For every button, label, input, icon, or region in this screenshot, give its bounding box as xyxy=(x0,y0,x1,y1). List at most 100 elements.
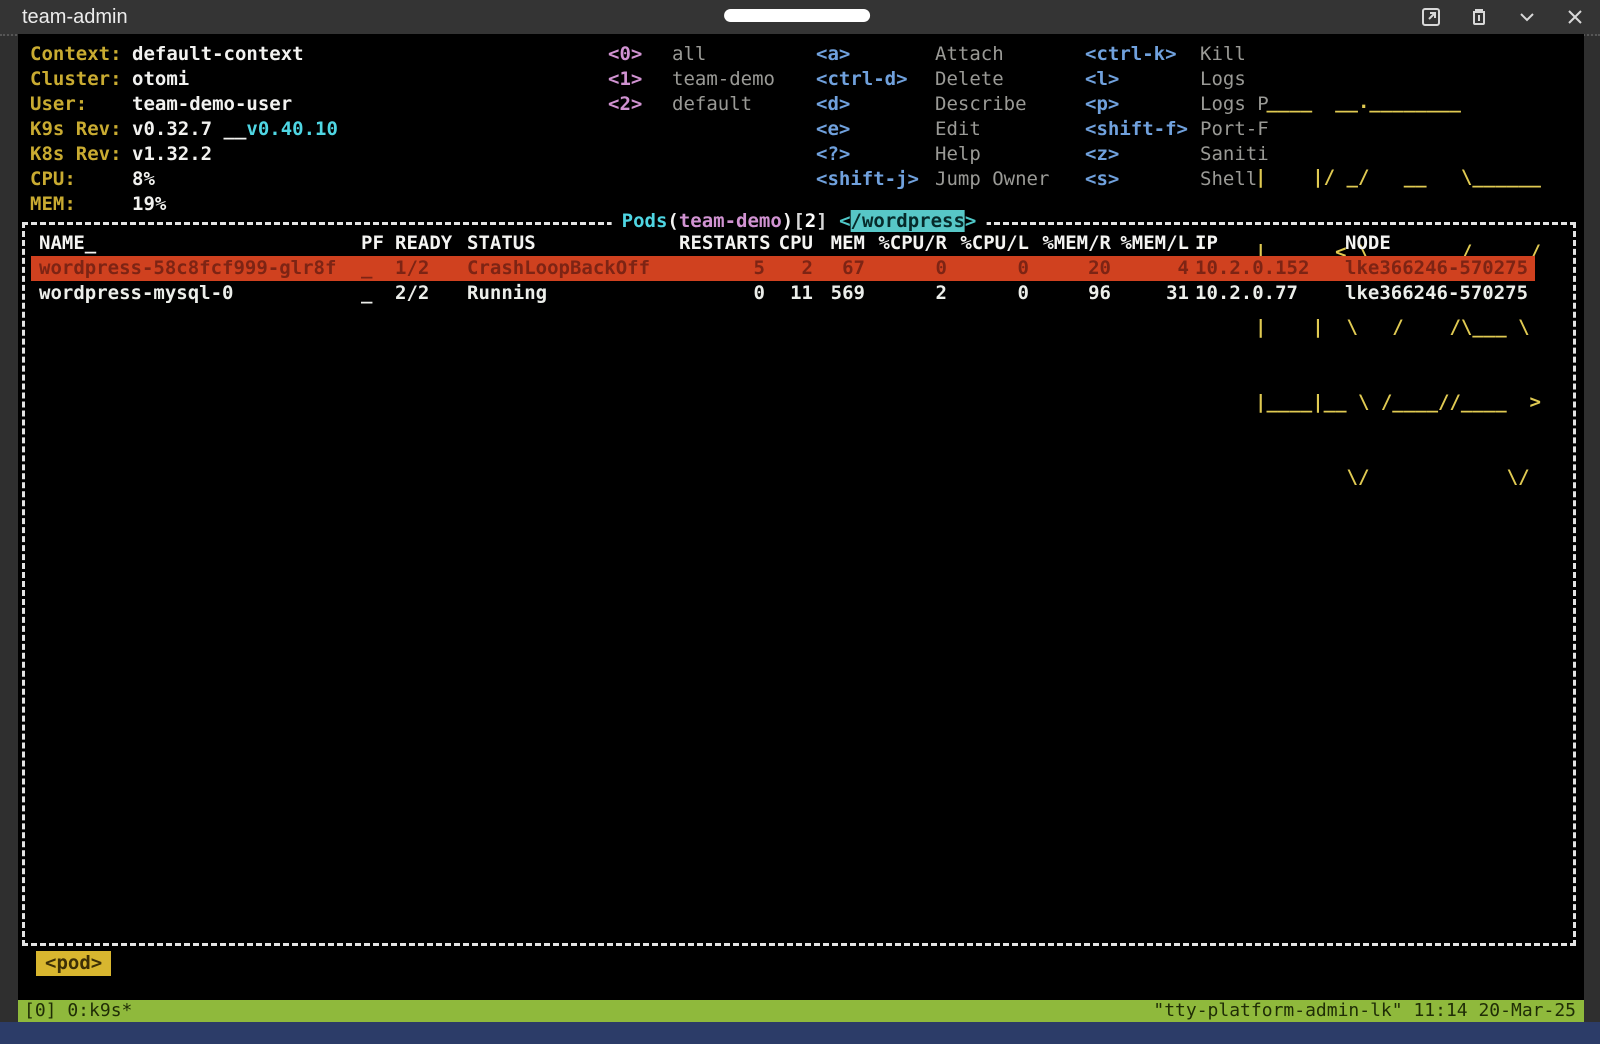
k8s-rev-value: v1.32.2 xyxy=(132,142,212,167)
drag-handle-pill[interactable] xyxy=(724,9,870,22)
namespace-hotkeys: <0> all <1> team-demo <2> default xyxy=(608,42,775,117)
info-cluster: Cluster: otomi xyxy=(30,67,338,92)
column-header-mem[interactable]: MEM xyxy=(819,231,871,256)
info-mem: MEM: 19% xyxy=(30,192,338,217)
hotkey: <?> xyxy=(816,142,935,167)
menu-label: Describe xyxy=(935,92,1027,117)
logo-line: ____ __.________ xyxy=(1255,90,1541,115)
table-row[interactable]: wordpress-mysql-0 _ 2/2 Running 0 11 569… xyxy=(31,281,1535,306)
menu-item-help[interactable]: <?> Help xyxy=(816,142,1049,167)
cluster-info: Context: default-context Cluster: otomi … xyxy=(30,42,338,217)
column-header-node[interactable]: NODE xyxy=(1345,231,1535,256)
menu-item-kill[interactable]: <ctrl-k> Kill xyxy=(1085,42,1269,67)
info-cpu: CPU: 8% xyxy=(30,167,338,192)
hotkey-label: default xyxy=(672,92,752,117)
column-header-cpu-r[interactable]: %CPU/R xyxy=(871,231,953,256)
column-header-restarts[interactable]: RESTARTS xyxy=(679,231,771,256)
k9s-rev-label: K9s Rev: xyxy=(30,117,132,142)
pod-ready: 1/2 xyxy=(395,256,467,281)
column-header-mem-l[interactable]: %MEM/L xyxy=(1117,231,1195,256)
menu-label: Attach xyxy=(935,42,1004,67)
hotkey: <ctrl-k> xyxy=(1085,42,1200,67)
menu-label: Logs xyxy=(1200,67,1246,92)
mem-label: MEM: xyxy=(30,192,132,217)
pod-mem-l: 31 xyxy=(1117,281,1195,306)
open-in-new-icon[interactable] xyxy=(1420,6,1442,28)
menu-item-logs-previous[interactable]: <p> Logs P xyxy=(1085,92,1269,117)
hotkey: <shift-j> xyxy=(816,167,935,192)
column-header-ready[interactable]: READY xyxy=(395,231,467,256)
pod-mem-l: 4 xyxy=(1117,256,1195,281)
namespace-item-team-demo[interactable]: <1> team-demo xyxy=(608,67,775,92)
user-label: User: xyxy=(30,92,132,117)
pod-pf: _ xyxy=(361,256,395,281)
hotkey: <ctrl-d> xyxy=(816,67,935,92)
menu-label: Delete xyxy=(935,67,1004,92)
pod-status: CrashLoopBackOff xyxy=(467,256,679,281)
hotkey: <z> xyxy=(1085,142,1200,167)
hotkey-label: all xyxy=(672,42,706,67)
menu-label: Edit xyxy=(935,117,981,142)
close-icon[interactable] xyxy=(1564,6,1586,28)
breadcrumb: <pod> xyxy=(36,951,111,976)
pod-name: wordpress-mysql-0 xyxy=(31,281,361,306)
column-header-mem-r[interactable]: %MEM/R xyxy=(1035,231,1117,256)
column-header-pf[interactable]: PF xyxy=(361,231,395,256)
window-title: team-admin xyxy=(22,6,128,29)
pod-ip: 10.2.0.77 xyxy=(1195,281,1345,306)
menu-item-delete[interactable]: <ctrl-d> Delete xyxy=(816,67,1049,92)
menu-item-attach[interactable]: <a> Attach xyxy=(816,42,1049,67)
menu-item-jump-owner[interactable]: <shift-j> Jump Owner xyxy=(816,167,1049,192)
tmux-host-clock: "tty-platform-admin-lk" 11:14 20-Mar-25 xyxy=(1153,1000,1584,1022)
menu-item-describe[interactable]: <d> Describe xyxy=(816,92,1049,117)
pod-restarts: 5 xyxy=(679,256,771,281)
column-header-name[interactable]: NAME_ xyxy=(31,231,361,256)
context-value: default-context xyxy=(132,42,304,67)
breadcrumb-pod[interactable]: <pod> xyxy=(36,951,111,976)
column-header-ip[interactable]: IP xyxy=(1195,231,1345,256)
hotkey: <p> xyxy=(1085,92,1200,117)
namespace-item-all[interactable]: <0> all xyxy=(608,42,775,67)
menu-item-sanitize[interactable]: <z> Saniti xyxy=(1085,142,1269,167)
namespace-item-default[interactable]: <2> default xyxy=(608,92,775,117)
menu-item-logs[interactable]: <l> Logs xyxy=(1085,67,1269,92)
tmux-status-bar: [0] 0:k9s* "tty-platform-admin-lk" 11:14… xyxy=(18,1000,1584,1022)
pods-panel: Pods(team-demo)[2] </wordpress> NAME_ PF… xyxy=(22,222,1576,946)
column-header-status[interactable]: STATUS xyxy=(467,231,679,256)
menu-item-shell[interactable]: <s> Shell xyxy=(1085,167,1269,192)
k9s-rev-value: v0.32.7 xyxy=(132,117,224,142)
pod-restarts: 0 xyxy=(679,281,771,306)
pod-mem: 67 xyxy=(819,256,871,281)
hotkey: <s> xyxy=(1085,167,1200,192)
cpu-label: CPU: xyxy=(30,167,132,192)
k9s-rev-upgrade: v0.40.10 xyxy=(246,117,338,142)
hotkey: <shift-f> xyxy=(1085,117,1200,142)
pod-pf: _ xyxy=(361,281,395,306)
info-k8s-rev: K8s Rev: v1.32.2 xyxy=(30,142,338,167)
k8s-rev-label: K8s Rev: xyxy=(30,142,132,167)
info-user: User: team-demo-user xyxy=(30,92,338,117)
pod-cpu-r: 2 xyxy=(871,281,953,306)
info-k9s-rev: K9s Rev: v0.32.7 __ v0.40.10 xyxy=(30,117,338,142)
hotkey: <a> xyxy=(816,42,935,67)
pod-cpu-l: 0 xyxy=(953,281,1035,306)
title-bar: team-admin xyxy=(0,0,1600,36)
menu-label: Kill xyxy=(1200,42,1246,67)
menu-item-port-forward[interactable]: <shift-f> Port-F xyxy=(1085,117,1269,142)
pod-ip: 10.2.0.152 xyxy=(1195,256,1345,281)
table-row[interactable]: wordpress-58c8fcf999-glr8f _ 1/2 CrashLo… xyxy=(31,256,1535,281)
mem-value: 19% xyxy=(132,192,166,217)
action-menu-right: <ctrl-k> Kill <l> Logs <p> Logs P <shift… xyxy=(1085,42,1269,192)
column-header-cpu-l[interactable]: %CPU/L xyxy=(953,231,1035,256)
hotkey: <1> xyxy=(608,67,672,92)
column-header-cpu[interactable]: CPU xyxy=(771,231,819,256)
trash-icon[interactable] xyxy=(1468,6,1490,28)
pod-cpu-l: 0 xyxy=(953,256,1035,281)
tmux-session-window[interactable]: [0] 0:k9s* xyxy=(18,1000,132,1022)
hotkey: <0> xyxy=(608,42,672,67)
chevron-down-icon[interactable] xyxy=(1516,6,1538,28)
pod-cpu-r: 0 xyxy=(871,256,953,281)
menu-item-edit[interactable]: <e> Edit xyxy=(816,117,1049,142)
hotkey: <l> xyxy=(1085,67,1200,92)
hotkey: <2> xyxy=(608,92,672,117)
